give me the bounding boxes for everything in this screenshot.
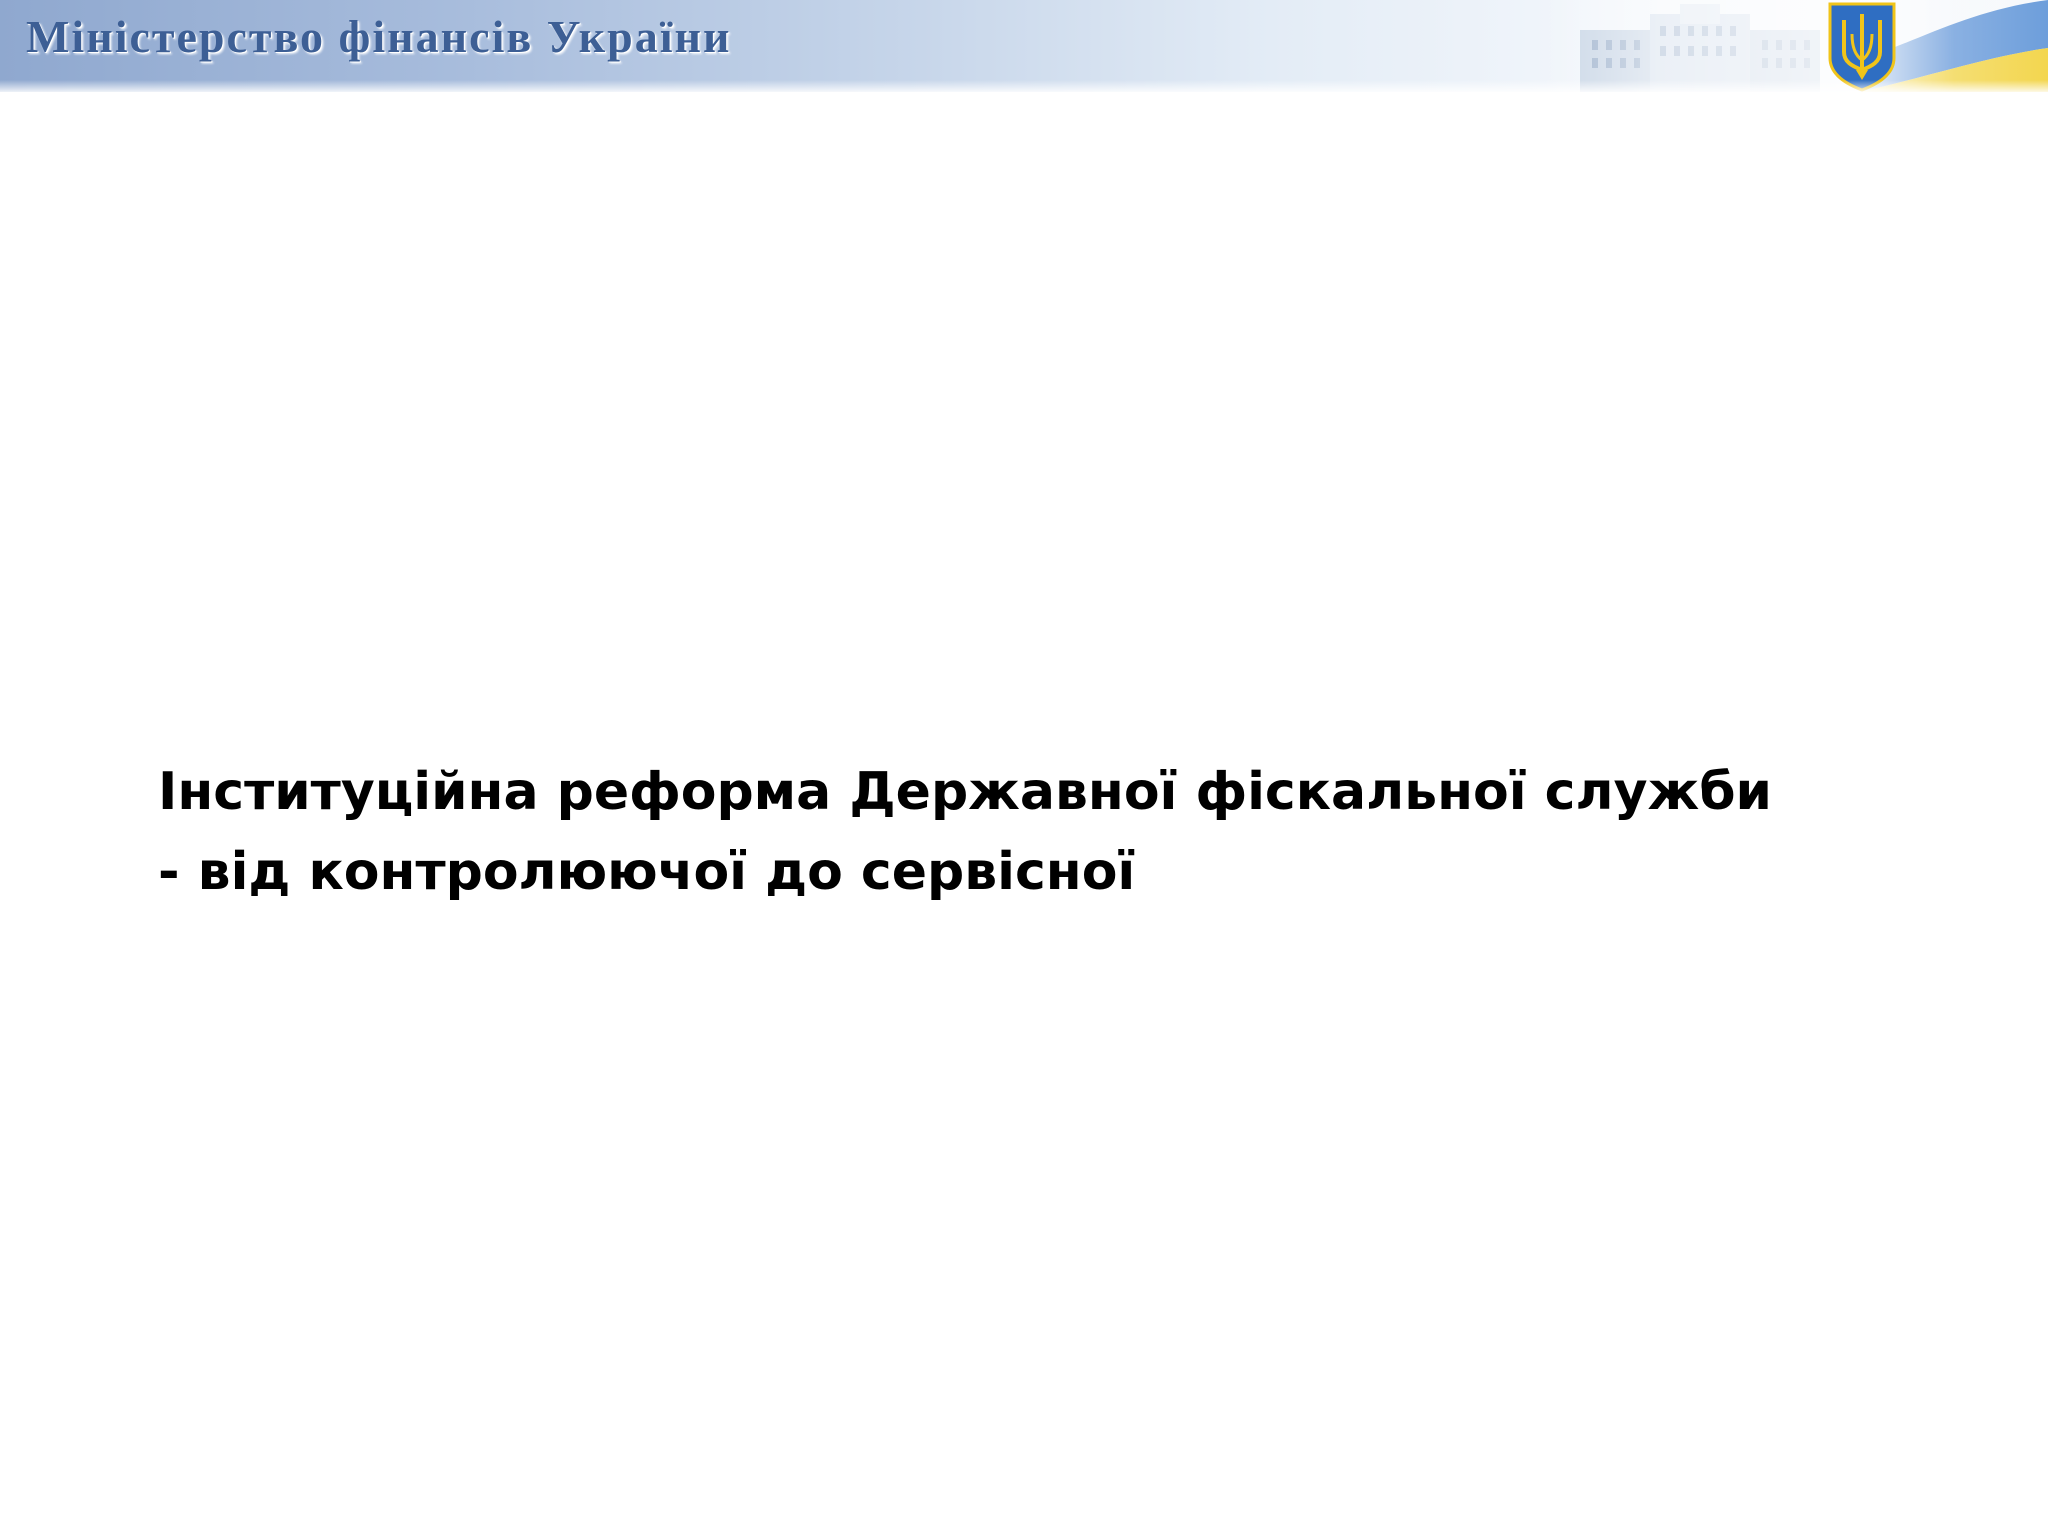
slide-title-line-1: Інституційна реформа Державної фіскально…	[158, 762, 1772, 822]
slide-title: Інституційна реформа Державної фіскально…	[158, 752, 1958, 912]
ministry-title: Міністерство фінансів України	[26, 11, 732, 62]
header-band: Міністерство фінансів України	[0, 0, 2048, 92]
slide-title-line-2: - від контролюючої до сервісної	[158, 842, 1136, 902]
trident-icon	[1828, 2, 1896, 92]
